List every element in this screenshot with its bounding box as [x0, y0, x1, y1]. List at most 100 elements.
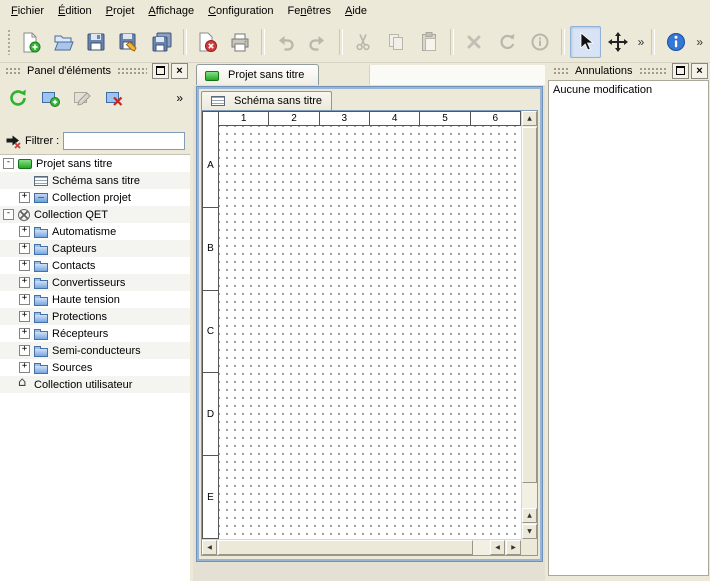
- float-dock-button[interactable]: [672, 63, 689, 79]
- filter-input[interactable]: [63, 132, 185, 150]
- project-tab-bar: Projet sans titre: [193, 62, 545, 86]
- toolbar-overflow-chevron[interactable]: »: [693, 35, 706, 49]
- scroll-down-button[interactable]: ▼: [522, 524, 537, 539]
- tree-item-sources[interactable]: + Sources: [0, 359, 190, 376]
- menu-configuration[interactable]: Configuration: [201, 2, 280, 20]
- schema-view: 1 2 3 4 5 6 A B C D E: [201, 110, 538, 556]
- tree-item-label: Protections: [52, 311, 107, 323]
- menu-fenetres[interactable]: Fenêtres: [281, 2, 338, 20]
- about-button[interactable]: [660, 26, 692, 58]
- scroll-right-button[interactable]: ▶: [506, 540, 521, 555]
- tree-item-semi-conducteurs[interactable]: + Semi-conducteurs: [0, 342, 190, 359]
- copy-button[interactable]: [381, 26, 412, 58]
- save-button[interactable]: [81, 26, 112, 58]
- tree-item-projet-sans-titre[interactable]: - Projet sans titre: [0, 155, 190, 172]
- select-arrow-icon: [574, 31, 596, 53]
- close-dock-button[interactable]: ×: [171, 63, 188, 79]
- reload-collections-button[interactable]: [3, 83, 33, 113]
- vertical-scroll-thumb[interactable]: [522, 127, 537, 483]
- tree-item-label: Haute tension: [52, 294, 120, 306]
- save-all-button[interactable]: [147, 26, 178, 58]
- folder-icon: [34, 263, 48, 272]
- tree-item-collection-projet[interactable]: + Collection projet: [0, 189, 190, 206]
- schema-child-window[interactable]: Schéma sans titre 1 2 3 4 5 6: [197, 87, 542, 561]
- expander-icon[interactable]: -: [3, 209, 14, 220]
- menu-aide[interactable]: Aide: [338, 2, 374, 20]
- toolbar-separator: [339, 29, 343, 55]
- dock-grip[interactable]: [117, 67, 147, 74]
- panel-toolbar-overflow-chevron[interactable]: »: [172, 91, 187, 105]
- scroll-up-button-2[interactable]: ▲: [522, 508, 537, 523]
- undo-dock-titlebar[interactable]: Annulations ×: [548, 62, 710, 79]
- scroll-up-button[interactable]: ▲: [522, 111, 537, 126]
- redo-button[interactable]: [303, 26, 334, 58]
- undo-history-list[interactable]: Aucune modification: [548, 80, 709, 576]
- select-tool-button[interactable]: [570, 26, 601, 58]
- tree-item-capteurs[interactable]: + Capteurs: [0, 240, 190, 257]
- dock-grip[interactable]: [553, 67, 569, 74]
- menu-projet[interactable]: Projet: [99, 2, 142, 20]
- clear-filter-icon[interactable]: [5, 133, 21, 149]
- tree-item-convertisseurs[interactable]: + Convertisseurs: [0, 274, 190, 291]
- dock-grip[interactable]: [639, 67, 668, 74]
- expander-icon[interactable]: +: [19, 277, 30, 288]
- tree-item-contacts[interactable]: + Contacts: [0, 257, 190, 274]
- delete-element-button[interactable]: [99, 83, 129, 113]
- expander-icon[interactable]: +: [19, 192, 30, 203]
- project-workspace: Projet sans titre Schéma sans titre 1: [193, 62, 545, 581]
- tree-item-collection-qet[interactable]: - Collection QET: [0, 206, 190, 223]
- tree-item-collection-utilisateur[interactable]: Collection utilisateur: [0, 376, 190, 393]
- expander-icon[interactable]: +: [19, 362, 30, 373]
- expander-icon[interactable]: +: [19, 260, 30, 271]
- delete-icon: [463, 31, 485, 53]
- float-dock-button[interactable]: [152, 63, 169, 79]
- move-tool-button[interactable]: [603, 26, 634, 58]
- expander-icon[interactable]: +: [19, 311, 30, 322]
- expander-icon[interactable]: +: [19, 294, 30, 305]
- info-button[interactable]: [525, 26, 556, 58]
- tree-item-recepteurs[interactable]: + Récepteurs: [0, 325, 190, 342]
- paste-button[interactable]: [414, 26, 445, 58]
- expander-icon[interactable]: -: [3, 158, 14, 169]
- cut-button[interactable]: [348, 26, 379, 58]
- expander-icon[interactable]: +: [19, 243, 30, 254]
- rotate-button[interactable]: [492, 26, 523, 58]
- undo-button[interactable]: [270, 26, 301, 58]
- tree-item-protections[interactable]: + Protections: [0, 308, 190, 325]
- elements-panel-titlebar[interactable]: Panel d'éléments ×: [0, 62, 190, 79]
- menu-affichage[interactable]: Affichage: [141, 2, 201, 20]
- save-as-button[interactable]: [114, 26, 145, 58]
- vertical-scrollbar[interactable]: ▲ ▲ ▼: [521, 111, 537, 539]
- tree-item-automatisme[interactable]: + Automatisme: [0, 223, 190, 240]
- toolbar-overflow-chevron[interactable]: »: [635, 35, 648, 49]
- tree-item-schema-sans-titre[interactable]: Schéma sans titre: [0, 172, 190, 189]
- expander-icon[interactable]: +: [19, 226, 30, 237]
- folder-icon: [34, 229, 48, 238]
- tab-schema-sans-titre[interactable]: Schéma sans titre: [201, 91, 332, 110]
- scroll-left-button[interactable]: ◀: [202, 540, 217, 555]
- close-icon: ×: [176, 66, 182, 76]
- menu-edition[interactable]: Édition: [51, 2, 99, 20]
- toolbar-grip[interactable]: [7, 29, 11, 55]
- schema-canvas[interactable]: [219, 126, 521, 539]
- column-header: 6: [471, 111, 521, 126]
- tab-projet-sans-titre[interactable]: Projet sans titre: [196, 64, 319, 85]
- expander-icon[interactable]: +: [19, 328, 30, 339]
- close-dock-button[interactable]: ×: [691, 63, 708, 79]
- edit-element-button[interactable]: [67, 83, 97, 113]
- open-button[interactable]: [48, 26, 79, 58]
- close-file-button[interactable]: [192, 26, 223, 58]
- new-element-button[interactable]: [35, 83, 65, 113]
- horizontal-scrollbar[interactable]: ◀ ◀ ▶: [202, 539, 521, 555]
- horizontal-scroll-thumb[interactable]: [218, 540, 473, 555]
- print-button[interactable]: [225, 26, 256, 58]
- menu-fichier[interactable]: Fichier: [4, 2, 51, 20]
- delete-button[interactable]: [459, 26, 490, 58]
- column-header: 4: [370, 111, 420, 126]
- scroll-left-button-2[interactable]: ◀: [490, 540, 505, 555]
- elements-tree[interactable]: - Projet sans titre Schéma sans titre + …: [0, 154, 190, 581]
- dock-grip[interactable]: [5, 67, 21, 74]
- new-file-button[interactable]: [15, 26, 46, 58]
- expander-icon[interactable]: +: [19, 345, 30, 356]
- tree-item-haute-tension[interactable]: + Haute tension: [0, 291, 190, 308]
